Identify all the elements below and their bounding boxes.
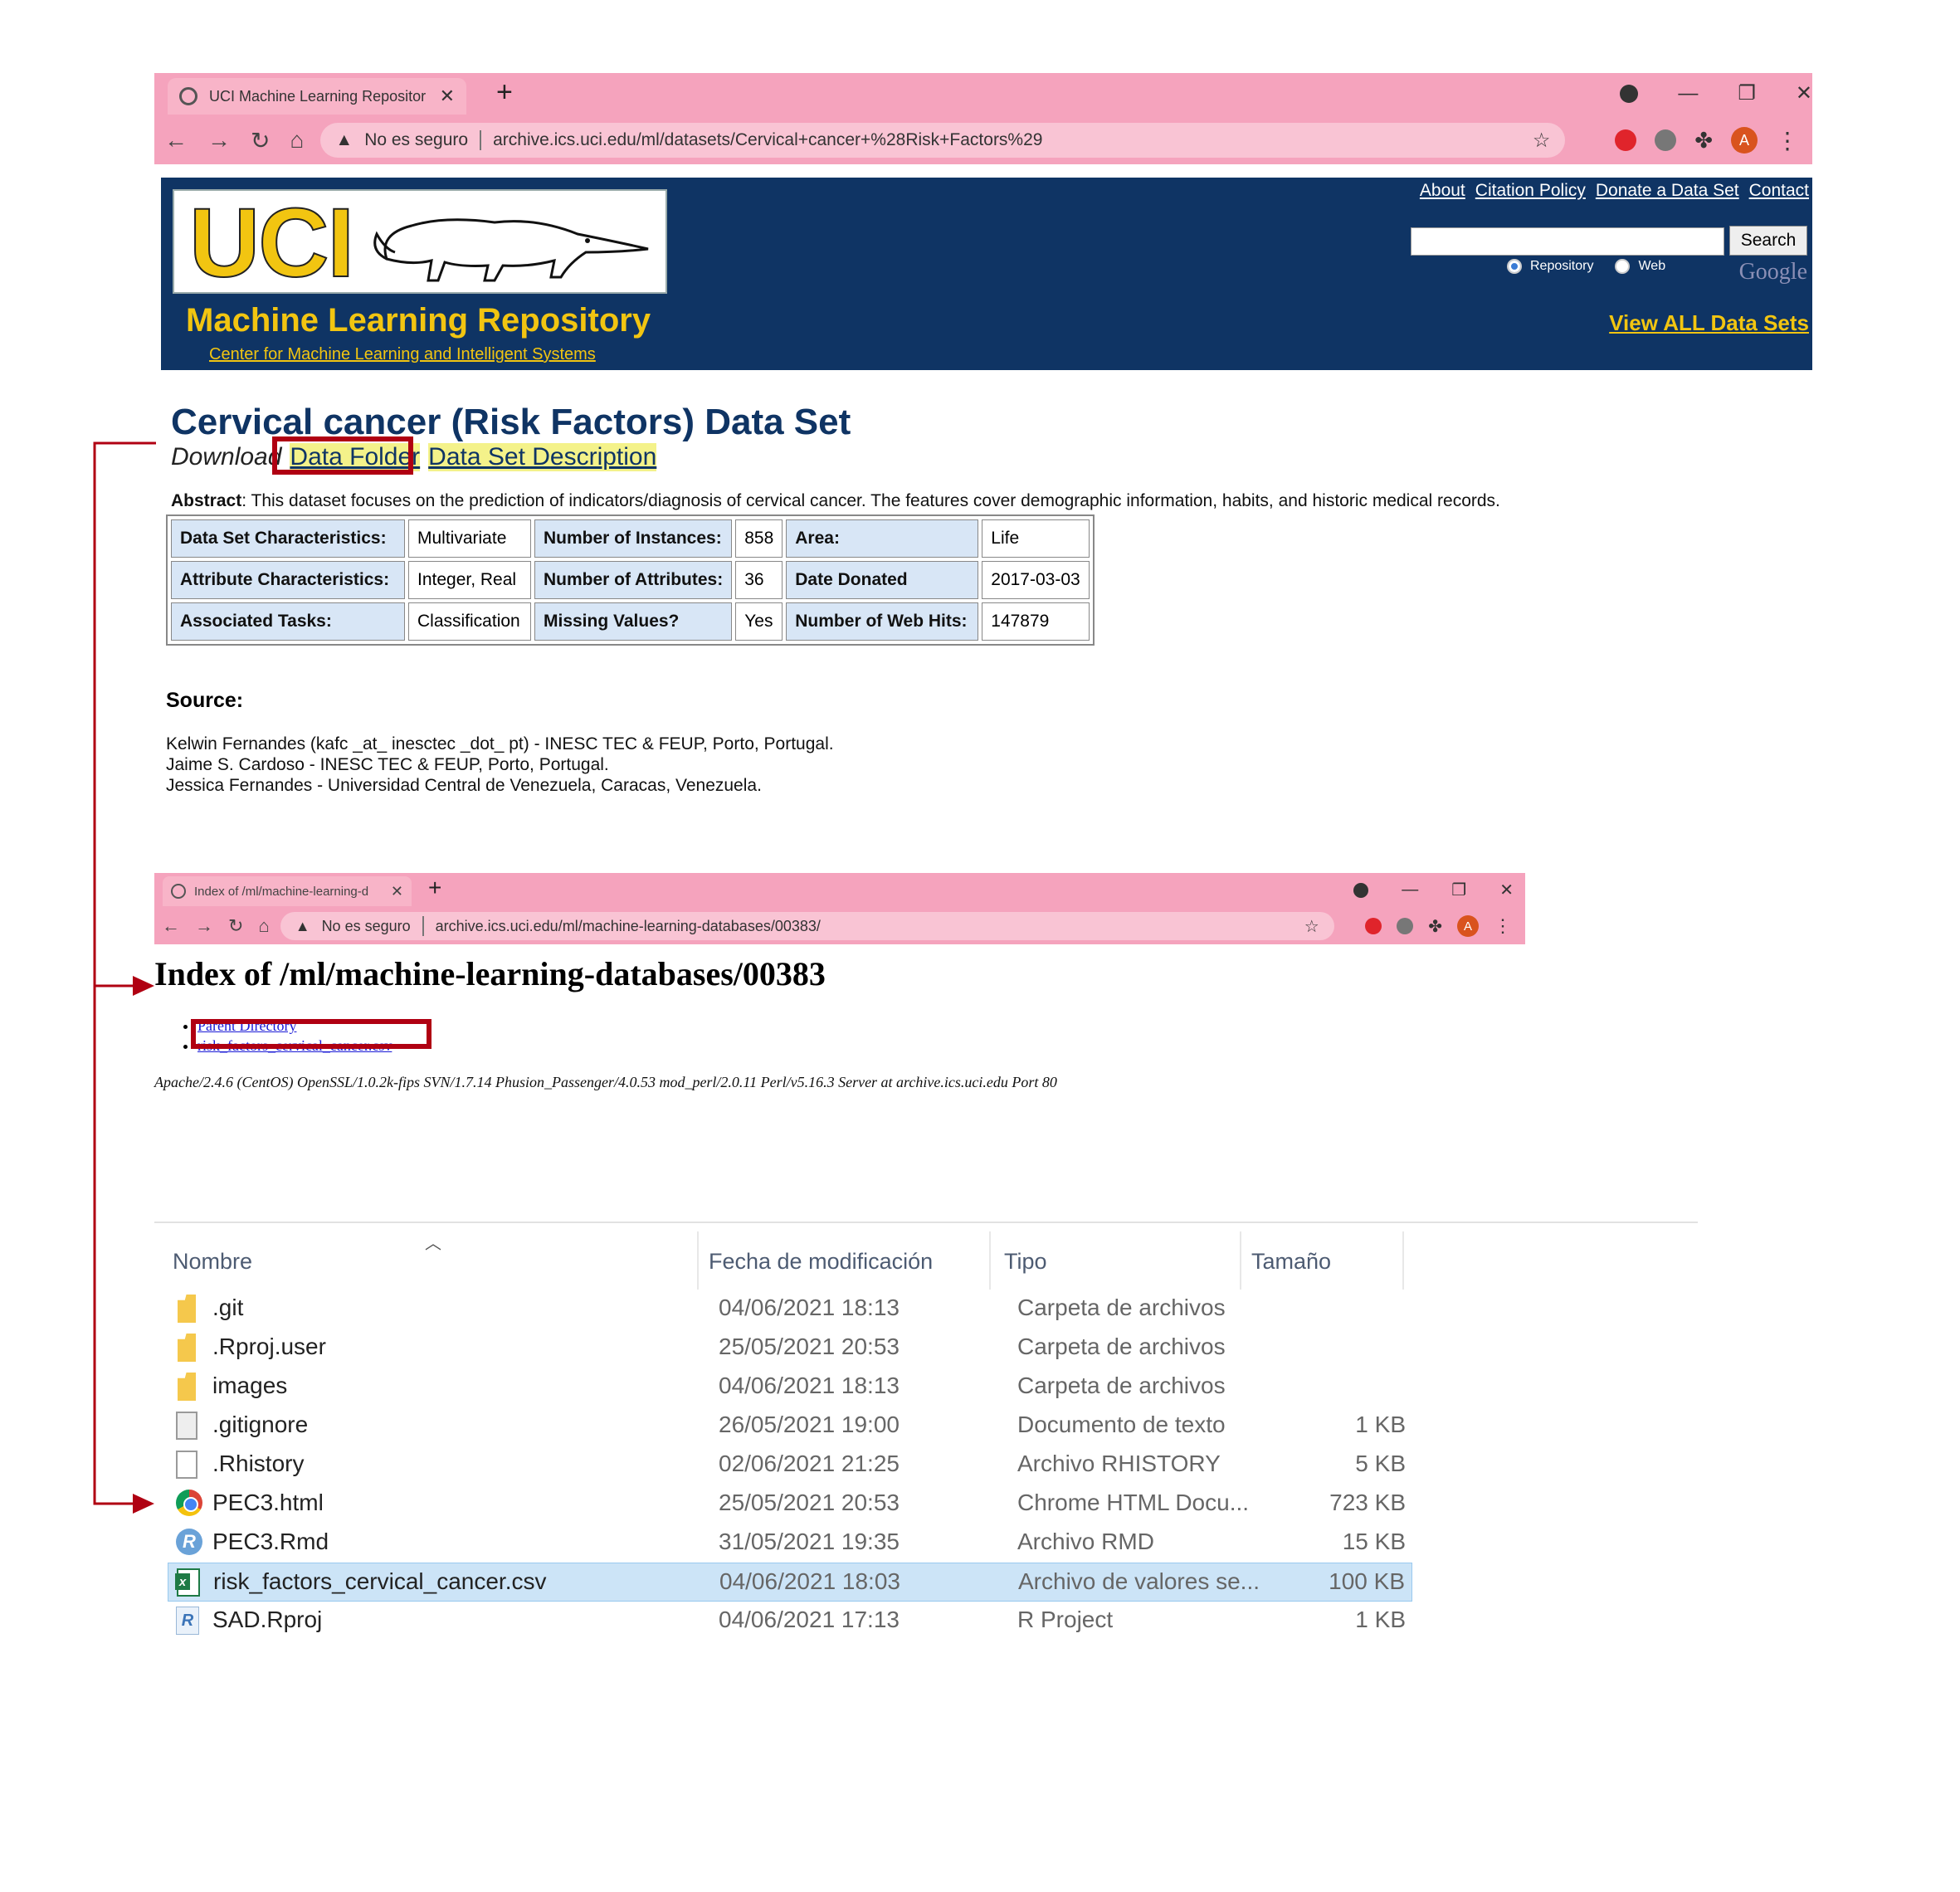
column-separator[interactable]	[1240, 1231, 1241, 1290]
column-header-type[interactable]: Tipo	[1004, 1241, 1047, 1281]
file-row[interactable]: R SAD.Rproj 04/06/2021 17:13 R Project 1…	[168, 1602, 1412, 1641]
file-type: Archivo RMD	[1017, 1529, 1154, 1554]
arrow-head-icon	[133, 1494, 154, 1514]
file-name: PEC3.Rmd	[212, 1529, 329, 1554]
file-name: .gitignore	[212, 1412, 309, 1437]
file-row[interactable]: images 04/06/2021 18:13 Carpeta de archi…	[168, 1368, 1412, 1407]
file-name: PEC3.html	[212, 1490, 324, 1515]
file-type: Archivo de valores se...	[1018, 1568, 1260, 1594]
file-date: 26/05/2021 19:00	[719, 1412, 900, 1437]
file-date: 25/05/2021 20:53	[719, 1490, 900, 1515]
column-header-date[interactable]: Fecha de modificación	[709, 1241, 933, 1281]
file-type: Carpeta de archivos	[1017, 1373, 1226, 1398]
folder-icon	[178, 1295, 196, 1323]
file-date: 04/06/2021 18:13	[719, 1295, 900, 1320]
file-date: 04/06/2021 18:13	[719, 1373, 900, 1398]
sort-ascending-icon[interactable]: ︿	[425, 1230, 441, 1254]
file-type: Documento de texto	[1017, 1412, 1226, 1437]
file-name: .Rproj.user	[212, 1334, 326, 1359]
file-row[interactable]: .Rproj.user 25/05/2021 20:53 Carpeta de …	[168, 1329, 1412, 1368]
file-type: Carpeta de archivos	[1017, 1295, 1226, 1320]
column-separator[interactable]	[989, 1231, 991, 1290]
text-file-icon	[176, 1412, 197, 1440]
file-date: 02/06/2021 21:25	[719, 1451, 900, 1476]
r-icon: R	[176, 1529, 202, 1555]
file-date: 04/06/2021 18:03	[719, 1568, 900, 1594]
rproj-icon: R	[176, 1607, 199, 1635]
file-size: 1 KB	[1355, 1412, 1406, 1437]
file-type: Chrome HTML Docu...	[1017, 1490, 1250, 1515]
file-name: .git	[212, 1295, 244, 1320]
file-name: .Rhistory	[212, 1451, 305, 1476]
file-row[interactable]: .Rhistory 02/06/2021 21:25 Archivo RHIST…	[168, 1446, 1412, 1485]
file-name: images	[212, 1373, 288, 1398]
folder-icon	[178, 1373, 196, 1401]
file-size: 723 KB	[1329, 1490, 1406, 1515]
file-name: SAD.Rproj	[212, 1607, 323, 1632]
file-name: risk_factors_cervical_cancer.csv	[213, 1568, 547, 1594]
file-size: 5 KB	[1355, 1451, 1406, 1476]
file-size: 1 KB	[1355, 1607, 1406, 1632]
file-type: R Project	[1017, 1607, 1114, 1632]
file-date: 31/05/2021 19:35	[719, 1529, 900, 1554]
blank-file-icon	[176, 1451, 197, 1479]
excel-csv-icon	[175, 1568, 200, 1597]
arrow-head-icon	[133, 976, 154, 996]
chrome-icon	[176, 1490, 202, 1516]
file-row[interactable]: PEC3.html 25/05/2021 20:53 Chrome HTML D…	[168, 1485, 1412, 1524]
explorer-top-border	[154, 1222, 1698, 1223]
column-header-name[interactable]: Nombre	[173, 1241, 252, 1281]
folder-icon	[178, 1334, 196, 1362]
file-row[interactable]: R PEC3.Rmd 31/05/2021 19:35 Archivo RMD …	[168, 1524, 1412, 1563]
file-date: 04/06/2021 17:13	[719, 1607, 900, 1632]
column-separator[interactable]	[1402, 1231, 1404, 1290]
file-row[interactable]: .gitignore 26/05/2021 19:00 Documento de…	[168, 1407, 1412, 1446]
file-size: 100 KB	[1329, 1568, 1405, 1594]
column-separator[interactable]	[697, 1231, 699, 1290]
file-row[interactable]: .git 04/06/2021 18:13 Carpeta de archivo…	[168, 1290, 1412, 1329]
file-row-selected[interactable]: risk_factors_cervical_cancer.csv 04/06/2…	[168, 1563, 1412, 1602]
file-date: 25/05/2021 20:53	[719, 1334, 900, 1359]
file-type: Archivo RHISTORY	[1017, 1451, 1221, 1476]
file-size: 15 KB	[1342, 1529, 1406, 1554]
file-type: Carpeta de archivos	[1017, 1334, 1226, 1359]
column-header-size[interactable]: Tamaño	[1251, 1241, 1331, 1281]
